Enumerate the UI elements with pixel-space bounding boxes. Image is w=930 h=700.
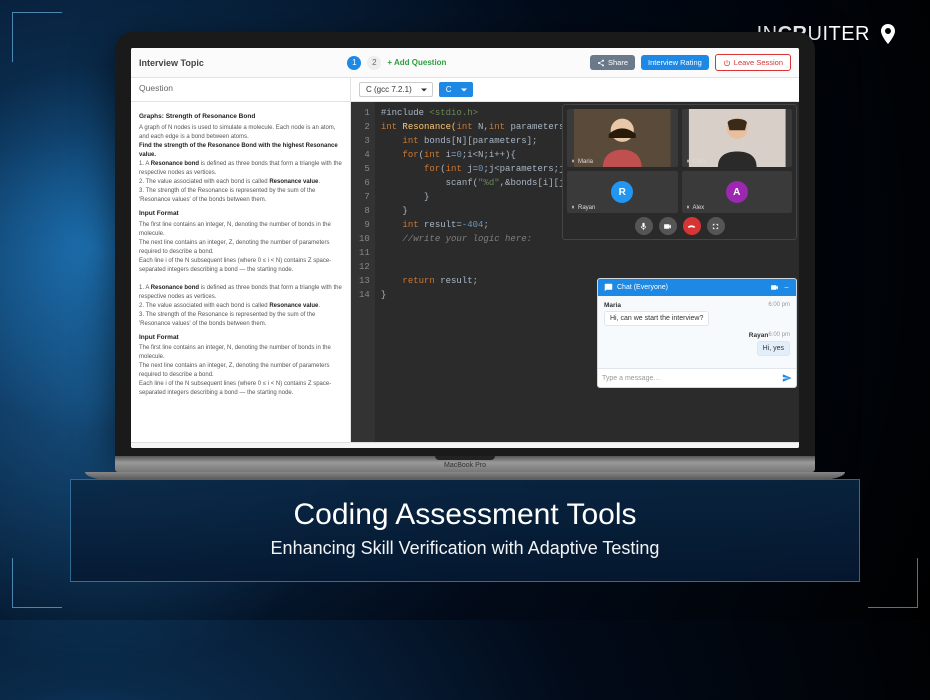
topbar: Interview Topic 1 2 + Add Question Share…	[131, 48, 799, 78]
question-number-1[interactable]: 1	[347, 56, 361, 70]
mic-icon	[685, 159, 691, 165]
interview-rating-button[interactable]: Interview Rating	[641, 55, 709, 70]
page-title: Interview Topic	[139, 58, 204, 68]
caption-title: Coding Assessment Tools	[81, 498, 849, 532]
expand-button[interactable]	[707, 217, 725, 235]
end-call-button[interactable]	[683, 217, 701, 235]
map-pin-icon	[876, 22, 900, 46]
question-task: Find the strength of the Resonance Bond …	[139, 143, 338, 158]
participant-name: Alex	[693, 205, 705, 211]
chat-input[interactable]: Type a message…	[598, 368, 796, 387]
chat-message: Maria 6:00 pm Hi, can we start the inter…	[604, 302, 790, 326]
decor-corner	[12, 12, 62, 62]
share-icon	[597, 59, 605, 67]
mic-icon	[570, 159, 576, 165]
video-tile[interactable]: Chris	[682, 109, 793, 167]
line-gutter: 1234567891011121314	[351, 102, 375, 442]
leave-session-button[interactable]: Leave Session	[715, 54, 791, 71]
question-title: Graphs: Strength of Resonance Bond	[139, 112, 342, 122]
caption-banner: Coding Assessment Tools Enhancing Skill …	[70, 479, 860, 582]
video-tile[interactable]: R Rayan	[567, 171, 678, 213]
video-icon[interactable]	[770, 283, 779, 292]
subbar: Question C (gcc 7.2.1) C	[131, 78, 799, 102]
compiler-select[interactable]: C (gcc 7.2.1)	[359, 82, 433, 97]
question-header: Question	[131, 78, 351, 101]
chat-time: 6:00 pm	[768, 302, 790, 308]
avatar: R	[611, 181, 633, 203]
caption-subtitle: Enhancing Skill Verification with Adapti…	[81, 538, 849, 559]
participant-name: Chris	[693, 159, 707, 165]
send-icon[interactable]	[782, 373, 792, 383]
participant-name: Maria	[578, 159, 593, 165]
code-content[interactable]: #include <stdio.h> int Resonance(int N,i…	[375, 102, 592, 442]
chat-text: Hi, yes	[757, 341, 790, 356]
chat-time: 6:00 pm	[768, 332, 790, 338]
video-panel: Maria Chris R Rayan	[562, 104, 797, 240]
add-question-button[interactable]: + Add Question	[387, 58, 446, 67]
laptop-hinge: MacBook Pro	[115, 456, 815, 472]
question-number-2[interactable]: 2	[367, 56, 381, 70]
output-bar: Output Test against custom input Compila…	[131, 442, 799, 448]
chat-sender: Rayan	[749, 332, 769, 339]
chat-header[interactable]: Chat (Everyone)	[598, 279, 796, 296]
participant-name: Rayan	[578, 205, 595, 211]
avatar: A	[726, 181, 748, 203]
chat-message: Rayan 6:00 pm Hi, yes	[604, 332, 790, 356]
chat-title: Chat (Everyone)	[617, 284, 668, 291]
chat-icon	[604, 283, 613, 292]
power-icon	[723, 59, 731, 67]
laptop-mockup: Interview Topic 1 2 + Add Question Share…	[115, 32, 815, 480]
app-screen: Interview Topic 1 2 + Add Question Share…	[131, 48, 799, 448]
chat-text: Hi, can we start the interview?	[604, 311, 709, 326]
laptop-model: MacBook Pro	[444, 462, 486, 469]
input-format-heading: Input Format	[139, 209, 342, 219]
camera-toggle[interactable]	[659, 217, 677, 235]
chat-placeholder: Type a message…	[602, 375, 660, 382]
leave-label: Leave Session	[734, 58, 783, 67]
code-editor[interactable]: 1234567891011121314 #include <stdio.h> i…	[351, 102, 799, 442]
minimize-icon[interactable]	[783, 284, 790, 291]
share-button[interactable]: Share	[590, 55, 635, 70]
video-tile[interactable]: A Alex	[682, 171, 793, 213]
decor-corner	[868, 558, 918, 608]
question-text: A graph of N nodes is used to simulate a…	[139, 124, 342, 142]
mic-toggle[interactable]	[635, 217, 653, 235]
chat-panel: Chat (Everyone) Maria 6:00 pm Hi, can we…	[597, 278, 797, 388]
mic-icon	[685, 205, 691, 211]
share-label: Share	[608, 58, 628, 67]
video-tile[interactable]: Maria	[567, 109, 678, 167]
chat-sender: Maria	[604, 302, 621, 309]
language-select[interactable]: C	[439, 82, 473, 97]
input-format-heading: Input Format	[139, 333, 342, 343]
question-panel: Graphs: Strength of Resonance Bond A gra…	[131, 102, 351, 442]
decor-corner	[12, 558, 62, 608]
mic-icon	[570, 205, 576, 211]
